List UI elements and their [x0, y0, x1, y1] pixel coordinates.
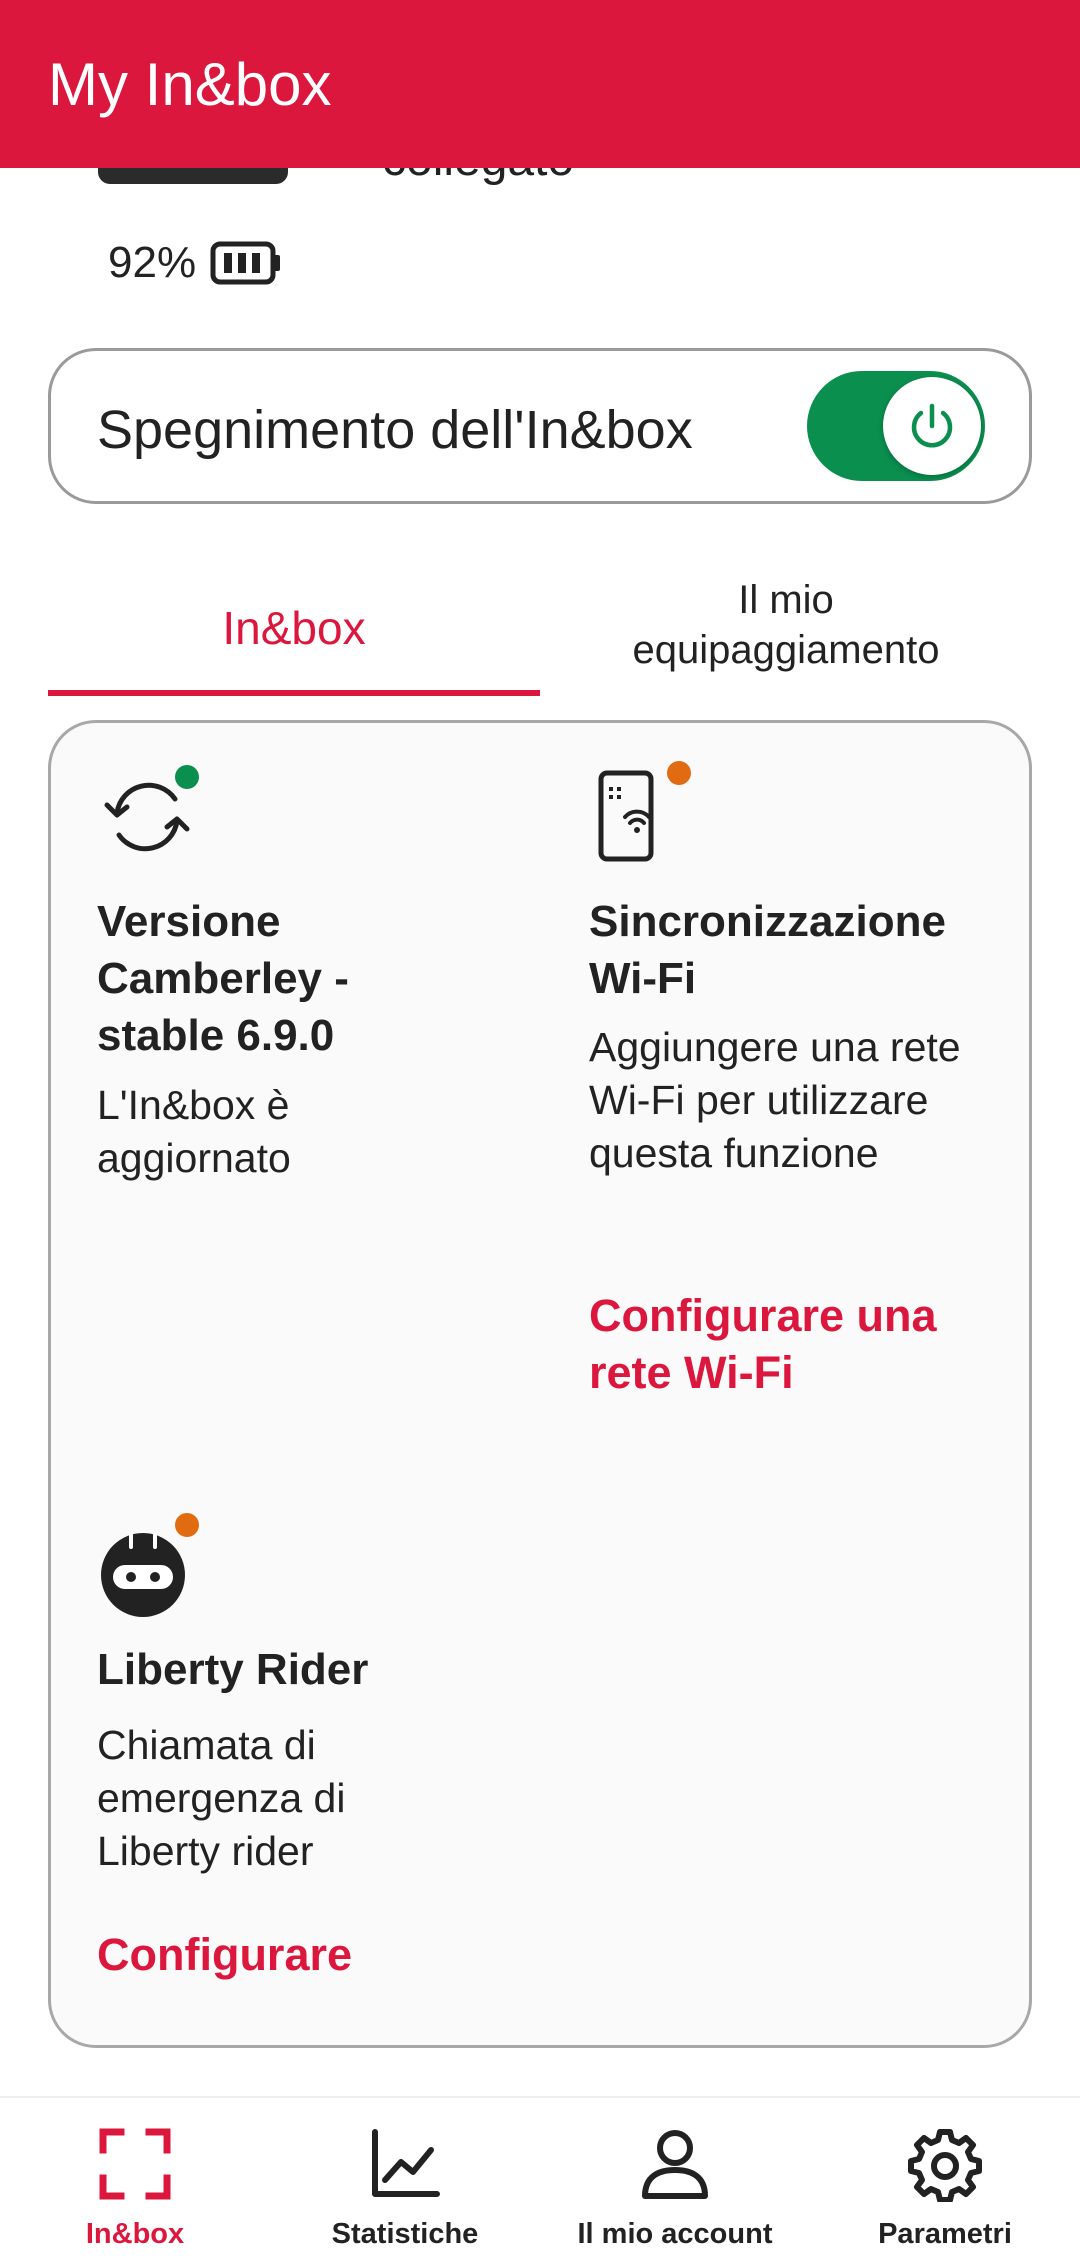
power-off-label: Spegnimento dell'In&box	[97, 400, 693, 460]
nav-label-settings: Parametri	[878, 2218, 1012, 2250]
battery-icon	[210, 241, 281, 285]
active-tab-indicator	[48, 690, 540, 696]
nav-label-inbox: In&box	[85, 2218, 185, 2250]
nav-item-statistics[interactable]: Statistiche	[270, 2098, 540, 2267]
liberty-rider-title: Liberty Rider	[97, 1645, 369, 1694]
app-title: My In&box	[48, 51, 332, 118]
nav-label-statistics: Statistiche	[331, 2218, 479, 2250]
battery-percent: 92%	[108, 238, 197, 287]
frame-icon	[99, 2128, 171, 2200]
tab-bar: In&box Il mio equipaggiamento	[48, 560, 1032, 696]
power-toggle[interactable]	[807, 371, 985, 481]
nav-item-my-account[interactable]: Il mio account	[540, 2098, 810, 2267]
wifi-sync-description: Aggiungere una rete Wi-Fi per utilizzare…	[589, 1024, 961, 1176]
tab-inbox[interactable]: In&box	[48, 560, 540, 696]
app-bar: My In&box	[0, 0, 1080, 168]
version-title: Versione Camberley - stable 6.9.0	[97, 897, 349, 1060]
bottom-navigation: In&box Statistiche Il mio account Parame…	[0, 2096, 1080, 2267]
version-status-dot	[175, 765, 199, 789]
nav-item-settings[interactable]: Parametri	[810, 2098, 1080, 2267]
nav-label-my-account: Il mio account	[577, 2218, 773, 2250]
configure-wifi-link[interactable]: Configurare una rete Wi-Fi	[589, 1287, 1009, 1401]
features-card: Versione Camberley - stable 6.9.0 L'In&b…	[48, 720, 1032, 2048]
tab-my-equipment[interactable]: Il mio equipaggiamento	[540, 560, 1032, 696]
liberty-rider-description: Chiamata di emergenza di Liberty rider	[97, 1722, 346, 1874]
chart-icon	[372, 2129, 440, 2197]
wifi-status-dot	[667, 761, 691, 785]
nav-item-inbox[interactable]: In&box	[0, 2098, 270, 2267]
toggle-knob	[883, 377, 981, 475]
configure-liberty-link[interactable]: Configurare	[97, 1926, 497, 1983]
battery-indicator: 92%	[108, 238, 282, 288]
liberty-status-dot	[175, 1513, 199, 1537]
wifi-sync-title: Sincronizzazione Wi-Fi	[589, 897, 946, 1003]
tab-my-equipment-label: Il mio equipaggiamento	[632, 578, 940, 672]
gear-icon	[908, 2129, 982, 2202]
power-off-card: Spegnimento dell'In&box	[48, 348, 1032, 504]
version-description: L'In&box è aggiornato	[97, 1082, 291, 1181]
person-icon	[642, 2130, 708, 2199]
tab-inbox-label: In&box	[222, 602, 366, 654]
power-icon	[911, 403, 953, 448]
